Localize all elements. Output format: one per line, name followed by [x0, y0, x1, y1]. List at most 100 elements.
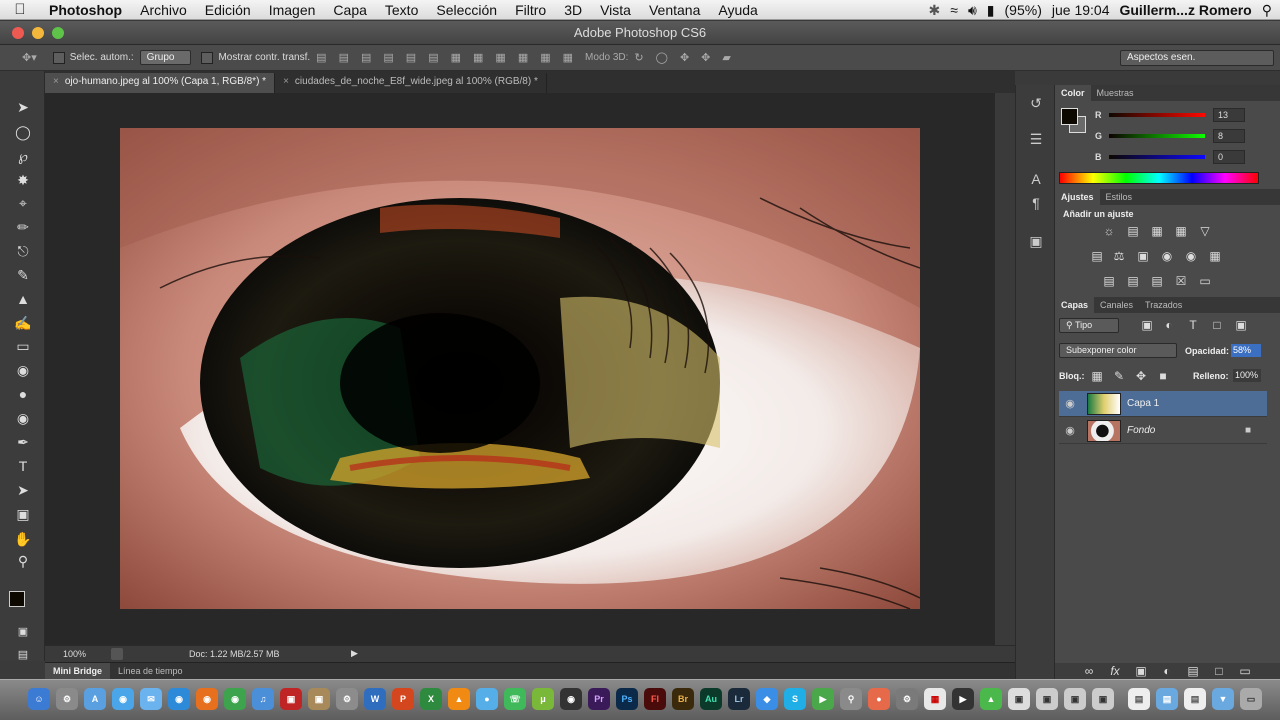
utorrent-icon[interactable]: μ: [532, 688, 554, 710]
layer-filter-dropdown[interactable]: ⚲ Tipo: [1059, 318, 1119, 333]
history-panel-icon[interactable]: ↺: [1026, 95, 1046, 115]
drag-3d-icon[interactable]: ✥: [680, 51, 689, 64]
battery-icon[interactable]: ▮: [987, 2, 995, 19]
blue-track[interactable]: [1109, 155, 1205, 159]
levels-icon[interactable]: ▤: [1125, 224, 1141, 238]
zoom-tool-icon[interactable]: ⚲: [12, 551, 34, 571]
document-image[interactable]: [120, 128, 920, 609]
layer-name[interactable]: Capa 1: [1127, 398, 1159, 409]
clone-source-panel-icon[interactable]: ▣: [1026, 233, 1046, 253]
distribute-right-icon[interactable]: ▦: [563, 51, 573, 64]
preview-icon[interactable]: ▣: [1008, 688, 1030, 710]
bucket-tool-icon[interactable]: ◉: [12, 360, 34, 380]
magic-wand-icon[interactable]: ✸: [12, 170, 34, 190]
video-icon[interactable]: ▣: [1064, 688, 1086, 710]
messages-icon[interactable]: ●: [476, 688, 498, 710]
new-layer-icon[interactable]: □: [1211, 664, 1227, 678]
align-top-icon[interactable]: ▤: [316, 51, 326, 64]
word-icon[interactable]: W: [364, 688, 386, 710]
mail-icon[interactable]: ✉: [140, 688, 162, 710]
green-track[interactable]: [1109, 134, 1205, 138]
opacity-field[interactable]: 58%: [1231, 344, 1261, 357]
status-icon[interactable]: [111, 648, 123, 660]
posterize-icon[interactable]: ▤: [1125, 274, 1141, 288]
clock[interactable]: jue 19:04: [1052, 2, 1110, 18]
tab-ciudades-de-noche[interactable]: × ciudades_de_noche_E8f_wide.jpeg al 100%…: [275, 73, 547, 93]
excel-icon[interactable]: X: [420, 688, 442, 710]
safari-icon[interactable]: ◉: [112, 688, 134, 710]
auto-select-checkbox[interactable]: [52, 51, 65, 64]
filter-smart-object-icon[interactable]: ▣: [1233, 318, 1249, 332]
move-tool-icon[interactable]: ➤: [12, 97, 34, 117]
lock-transparency-icon[interactable]: ▦: [1089, 369, 1105, 383]
menu-ventana[interactable]: Ventana: [640, 2, 709, 18]
iphoto-icon[interactable]: ▣: [308, 688, 330, 710]
black-white-icon[interactable]: ▣: [1135, 249, 1151, 263]
curves-icon[interactable]: ▦: [1149, 224, 1165, 238]
close-tab-icon[interactable]: ×: [53, 76, 59, 87]
itunes-icon[interactable]: ♫: [252, 688, 274, 710]
chrome-icon[interactable]: ◉: [224, 688, 246, 710]
rotate-3d-icon[interactable]: ↻: [634, 51, 643, 64]
threshold-icon[interactable]: ▤: [1149, 274, 1165, 288]
link-layers-icon[interactable]: ∞: [1081, 664, 1097, 678]
dropbox-icon[interactable]: ◆: [756, 688, 778, 710]
stamp-tool-icon[interactable]: ▲: [12, 289, 34, 309]
brush-tool-icon[interactable]: ✎: [12, 265, 34, 285]
photo-booth-icon[interactable]: ▣: [280, 688, 302, 710]
battery-percent[interactable]: (95%): [1005, 2, 1042, 18]
menu-filtro[interactable]: Filtro: [506, 2, 555, 18]
brightness-contrast-icon[interactable]: ☼: [1101, 224, 1117, 238]
blue-slider[interactable]: B 0: [1095, 150, 1245, 164]
roll-3d-icon[interactable]: ◯: [656, 51, 668, 64]
align-bottom-icon[interactable]: ▤: [361, 51, 371, 64]
menu-texto[interactable]: Texto: [376, 2, 427, 18]
healing-brush-icon[interactable]: ⎋: [12, 241, 34, 261]
fg-color-swatch[interactable]: [1061, 108, 1078, 125]
menu-3d[interactable]: 3D: [555, 2, 591, 18]
filter-type-icon[interactable]: T: [1185, 318, 1201, 332]
eyedropper-icon[interactable]: ✏: [12, 217, 34, 237]
red-value[interactable]: 13: [1213, 108, 1245, 122]
apple-icon[interactable]: : [0, 1, 40, 18]
layer-row-fondo[interactable]: ◉ Fondo ■: [1059, 418, 1267, 444]
documents-icon[interactable]: ▤: [1128, 688, 1150, 710]
pen-tool-icon[interactable]: ✒: [12, 432, 34, 452]
eraser-tool-icon[interactable]: ▭: [12, 336, 34, 356]
color-balance-icon[interactable]: ⚖: [1111, 249, 1127, 263]
bridge-icon[interactable]: Br: [672, 688, 694, 710]
wifi-icon[interactable]: ≈: [950, 2, 958, 18]
quick-mask-icon[interactable]: ▣: [12, 622, 34, 642]
dashboard-icon[interactable]: ◉: [168, 688, 190, 710]
lightroom-icon[interactable]: Lr: [728, 688, 750, 710]
fx-icon[interactable]: fx: [1107, 664, 1123, 678]
game-center-icon[interactable]: ●: [868, 688, 890, 710]
clapper-icon[interactable]: ▶: [952, 688, 974, 710]
hand-tool-icon[interactable]: ✋: [12, 529, 34, 549]
properties-panel-icon[interactable]: ☰: [1026, 131, 1046, 151]
screen-mode-icon[interactable]: ▤: [12, 645, 34, 665]
hue-saturation-icon[interactable]: ▤: [1089, 249, 1105, 263]
tab-paths[interactable]: Trazados: [1139, 297, 1188, 313]
tab-swatches[interactable]: Muestras: [1091, 85, 1140, 101]
zoom-level[interactable]: 100%: [63, 649, 86, 659]
visibility-eye-icon[interactable]: ◉: [1059, 397, 1081, 410]
layer-row-capa-1[interactable]: ◉ Capa 1: [1059, 391, 1267, 417]
status-menu-arrow-icon[interactable]: ▶: [351, 648, 358, 659]
workspace-dropdown[interactable]: Aspectos esen.: [1120, 50, 1274, 66]
filter-shape-icon[interactable]: □: [1209, 318, 1225, 332]
filter-pixel-icon[interactable]: ▣: [1139, 318, 1155, 332]
filter-adjustment-icon[interactable]: ◐: [1161, 318, 1177, 332]
movie-icon[interactable]: ▣: [1036, 688, 1058, 710]
add-mask-icon[interactable]: ▣: [1133, 664, 1149, 678]
delete-layer-icon[interactable]: ▭: [1237, 664, 1253, 678]
align-middle-icon[interactable]: ▤: [339, 51, 349, 64]
folder-icon[interactable]: ▤: [1156, 688, 1178, 710]
lock-all-icon[interactable]: ■: [1155, 369, 1171, 383]
search-app-icon[interactable]: ⚲: [840, 688, 862, 710]
lock-position-icon[interactable]: ✥: [1133, 369, 1149, 383]
color-lookup-icon[interactable]: ▦: [1207, 249, 1223, 263]
powerpoint-icon[interactable]: P: [392, 688, 414, 710]
gradient-map-icon[interactable]: ▭: [1197, 274, 1213, 288]
green-value[interactable]: 8: [1213, 129, 1245, 143]
